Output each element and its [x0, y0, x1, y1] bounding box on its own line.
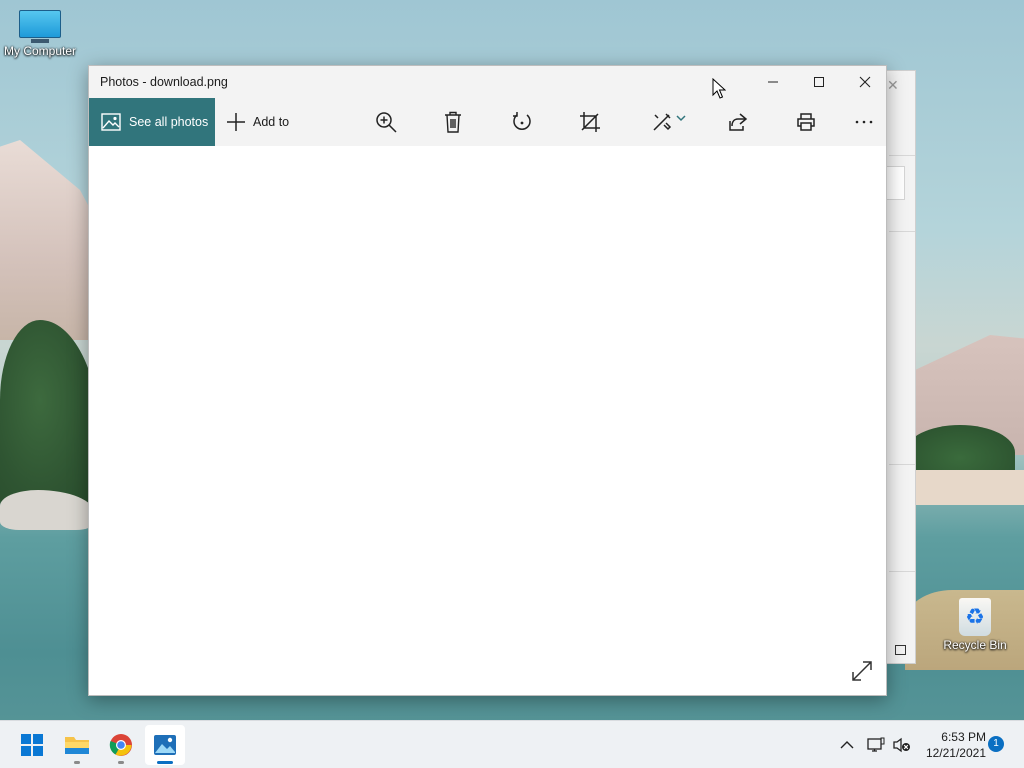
see-all-photos-label: See all photos: [129, 115, 209, 129]
chevron-down-icon: [676, 115, 686, 122]
minimize-button[interactable]: [750, 66, 796, 98]
start-icon: [21, 734, 43, 756]
volume-status[interactable]: [893, 721, 911, 768]
chrome-icon: [109, 734, 132, 756]
photos-window: Photos - download.png See all photos Add…: [88, 65, 887, 696]
photos-icon: [154, 735, 176, 755]
image-canvas[interactable]: [89, 146, 886, 695]
time-text: 6:53 PM: [941, 730, 986, 744]
window-title: Photos - download.png: [100, 75, 228, 89]
start-button[interactable]: [12, 725, 52, 765]
delete-button[interactable]: [440, 110, 466, 134]
print-icon: [797, 113, 815, 131]
taskbar-chrome[interactable]: [101, 725, 141, 765]
share-icon: [729, 113, 748, 131]
notification-badge[interactable]: 1: [988, 736, 1004, 752]
more-icon: [855, 120, 873, 124]
mouse-cursor-icon: [712, 78, 726, 99]
maximize-icon: [814, 77, 824, 87]
maximize-button[interactable]: [796, 66, 842, 98]
recycle-bin-icon: ♻: [959, 598, 991, 636]
expand-icon: [852, 661, 872, 681]
wallpaper-sand-right: [900, 470, 1024, 505]
crop-icon: [580, 112, 600, 132]
taskbar: 6:53 PM 12/21/2021 1: [0, 720, 1024, 768]
close-icon: [859, 76, 871, 88]
close-button[interactable]: [842, 66, 888, 98]
rotate-button[interactable]: [509, 110, 535, 134]
desktop-icon-recycle-bin[interactable]: ♻ Recycle Bin: [935, 598, 1015, 652]
desktop-icon-label: Recycle Bin: [943, 638, 1007, 652]
edit-button[interactable]: [649, 110, 689, 134]
desktop-icon-label: My Computer: [3, 44, 77, 58]
minimize-icon: [768, 81, 778, 83]
toolbar: See all photos Add to: [89, 98, 886, 146]
desktop: My Computer ♻ Recycle Bin ✕ Photos - dow…: [0, 0, 1024, 768]
zoom-button[interactable]: [373, 110, 399, 134]
edit-icon: [653, 113, 672, 131]
restore-icon[interactable]: [895, 645, 906, 655]
more-button[interactable]: [851, 110, 877, 134]
taskbar-file-explorer[interactable]: [57, 725, 97, 765]
network-icon: [867, 737, 885, 752]
monitor-icon: [19, 10, 61, 43]
add-to-label: Add to: [253, 115, 290, 129]
add-to-button[interactable]: Add to: [226, 98, 289, 146]
rotate-icon: [513, 112, 531, 130]
show-hidden-icons-button[interactable]: [840, 721, 854, 768]
crop-button[interactable]: [577, 110, 603, 134]
share-button[interactable]: [725, 110, 751, 134]
title-bar[interactable]: Photos - download.png: [89, 66, 886, 98]
plus-icon: [227, 113, 245, 131]
delete-icon: [445, 111, 461, 133]
file-explorer-icon: [65, 737, 89, 754]
volume-muted-icon: [893, 737, 910, 753]
fullscreen-button[interactable]: [850, 659, 874, 683]
desktop-icon-my-computer[interactable]: My Computer: [0, 10, 80, 58]
print-button[interactable]: [793, 110, 819, 134]
taskbar-photos[interactable]: [145, 725, 185, 765]
chevron-up-icon: [840, 741, 854, 749]
photo-icon: [101, 113, 121, 131]
clock[interactable]: 6:53 PM 12/21/2021: [920, 729, 986, 761]
date-text: 12/21/2021: [925, 746, 986, 760]
close-icon[interactable]: ✕: [887, 77, 899, 94]
network-status[interactable]: [867, 721, 885, 768]
zoom-in-icon: [376, 112, 397, 133]
see-all-photos-button[interactable]: See all photos: [89, 98, 215, 146]
